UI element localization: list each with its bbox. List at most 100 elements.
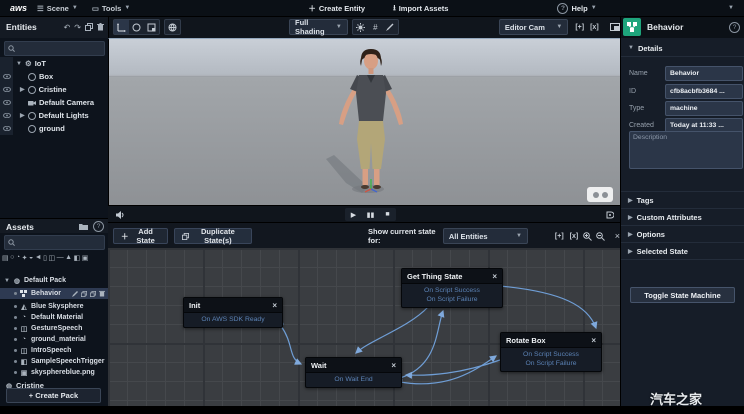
chevron-right-icon[interactable]: ▶ — [20, 112, 25, 119]
speech-filter-icon[interactable]: ◫ — [49, 254, 56, 262]
close-icon[interactable]: × — [591, 336, 596, 345]
id-value[interactable]: cfb8acbfb3684 ... — [665, 84, 743, 99]
camera-dropdown[interactable]: Editor Cam ▼ — [499, 19, 568, 35]
trash-icon[interactable] — [97, 23, 104, 31]
headset-icon[interactable] — [606, 211, 614, 219]
translate-tool-icon[interactable] — [114, 20, 129, 34]
import-assets-button[interactable]: ⭳ Import Assets — [393, 2, 448, 15]
eye-icon[interactable] — [2, 83, 11, 96]
edit-pencil-icon[interactable] — [72, 290, 78, 297]
asset-item-introspeech[interactable]: ◫ IntroSpeech — [0, 345, 108, 356]
skybox-filter-icon[interactable]: ▲ — [65, 254, 72, 261]
state-event[interactable]: On AWS SDK Ready — [188, 315, 278, 324]
chevron-down-icon[interactable]: ▼ — [4, 278, 10, 284]
collapse-caret-icon[interactable]: ▼ — [728, 5, 734, 11]
help-menu[interactable]: ? Help ▼ — [557, 3, 596, 14]
zoom-in-icon[interactable] — [581, 229, 594, 243]
scale-tool-icon[interactable] — [144, 20, 159, 34]
mesh-filter-icon[interactable]: ◒ — [29, 254, 33, 261]
grid-icon[interactable]: # — [368, 20, 383, 34]
duplicate-icon[interactable] — [81, 290, 87, 297]
state-event[interactable]: On Script Failure — [505, 359, 597, 368]
camera-filter-icon[interactable]: ▤ — [2, 254, 9, 262]
state-event[interactable]: On Script Success — [505, 350, 597, 359]
custom-attributes-section-header[interactable]: ▶ Custom Attributes — [621, 209, 744, 226]
play-button[interactable]: ▶ — [346, 209, 361, 220]
zoom-out-icon[interactable] — [594, 229, 607, 243]
state-machine-graph[interactable]: Init × On AWS SDK Ready Get Thing State … — [108, 248, 620, 406]
toggle-state-machine-button[interactable]: Toggle State Machine — [630, 287, 735, 303]
frame-all-icon[interactable]: [x] — [587, 24, 602, 31]
redo-icon[interactable]: ↷ — [74, 23, 81, 32]
assets-search-input[interactable] — [18, 238, 92, 247]
asset-item-ground-material[interactable]: ◔ ground_material — [0, 334, 108, 345]
eye-icon[interactable] — [2, 109, 11, 122]
eye-icon[interactable] — [2, 96, 11, 109]
material-filter-icon[interactable]: ◔ — [16, 254, 20, 261]
assets-search[interactable] — [4, 235, 105, 250]
asset-item-behavior[interactable]: Behavior — [0, 288, 108, 299]
viewport-3d[interactable] — [108, 38, 621, 206]
chevron-down-icon[interactable]: ▼ — [16, 61, 22, 67]
volume-icon[interactable] — [116, 211, 125, 219]
copy-icon[interactable] — [90, 290, 96, 297]
state-event[interactable]: On Script Success — [406, 286, 498, 295]
create-pack-button[interactable]: + Create Pack — [6, 388, 101, 403]
tree-item-cristine[interactable]: ▶ Cristine — [20, 83, 115, 96]
asset-item-gesturespeech[interactable]: ◫ GestureSpeech — [0, 323, 108, 334]
chevron-right-icon[interactable]: ▶ — [20, 86, 25, 93]
frame-all-icon[interactable]: [x] — [567, 233, 582, 240]
state-node-init[interactable]: Init × On AWS SDK Ready — [183, 297, 283, 328]
add-state-button[interactable]: ＋ Add State — [113, 228, 168, 244]
lighting-icon[interactable] — [353, 20, 368, 34]
asset-item-skysphereblue[interactable]: ▣ skysphereblue.png — [0, 367, 108, 378]
trash-icon[interactable] — [99, 290, 105, 297]
frame-selected-icon[interactable]: [+] — [572, 24, 587, 31]
rotate-tool-icon[interactable] — [129, 20, 144, 34]
tags-section-header[interactable]: ▶ Tags — [621, 191, 744, 209]
options-section-header[interactable]: ▶ Options — [621, 226, 744, 243]
state-event[interactable]: On Script Failure — [406, 295, 498, 304]
info-icon[interactable]: ? — [93, 221, 104, 232]
frame-selected-icon[interactable]: [+] — [552, 233, 567, 240]
close-icon[interactable]: × — [272, 301, 277, 310]
duplicate-states-button[interactable]: Duplicate State(s) — [174, 228, 252, 244]
pause-button[interactable]: ▮▮ — [363, 209, 378, 220]
eye-icon[interactable] — [2, 70, 11, 83]
shading-dropdown[interactable]: Full Shading ▼ — [289, 19, 348, 35]
statemachine-filter-icon[interactable]: ◧ — [74, 254, 81, 262]
asset-pack-default[interactable]: ▼ ◍ Default Pack — [0, 275, 108, 286]
state-node-wait[interactable]: Wait × On Wait End — [305, 357, 402, 388]
help-icon[interactable]: ? — [729, 22, 740, 33]
animation-filter-icon[interactable]: ✦ — [22, 254, 28, 262]
state-event[interactable]: On Wait End — [310, 375, 397, 384]
eye-icon[interactable] — [2, 122, 11, 135]
avatar-cristine[interactable] — [326, 47, 416, 205]
undo-icon[interactable]: ↶ — [64, 23, 71, 32]
state-node-rotate-box[interactable]: Rotate Box × On Script Success On Script… — [500, 332, 602, 372]
close-icon[interactable]: × — [492, 272, 497, 281]
selected-state-section-header[interactable]: ▶ Selected State — [621, 243, 744, 260]
state-node-get-thing-state[interactable]: Get Thing State × On Script Success On S… — [401, 268, 503, 308]
script-filter-icon[interactable]: ▯ — [43, 254, 47, 262]
description-textarea[interactable] — [629, 131, 743, 169]
tree-item-iot[interactable]: ▼ ⚙ IoT — [16, 57, 111, 70]
audio-filter-icon[interactable]: ◄ — [35, 254, 42, 261]
path-filter-icon[interactable]: — — [57, 254, 64, 261]
entity-filter-dropdown[interactable]: All Entities ▼ — [443, 228, 528, 244]
world-local-icon[interactable] — [165, 20, 180, 34]
folder-icon[interactable] — [79, 223, 88, 230]
duplicate-icon[interactable] — [85, 23, 93, 31]
entities-search-input[interactable] — [18, 44, 92, 53]
asset-item-blue-skysphere[interactable]: ◭ Blue Skysphere — [0, 301, 108, 312]
asset-item-default-material[interactable]: ◔ Default Material — [0, 312, 108, 323]
image-filter-icon[interactable]: ▣ — [82, 254, 89, 262]
vr-mode-button[interactable] — [587, 187, 613, 202]
tree-item-default-lights[interactable]: ▶ Default Lights — [20, 109, 115, 122]
scene-menu[interactable]: ☰ Scene ▼ — [37, 4, 78, 13]
close-icon[interactable]: × — [391, 361, 396, 370]
entities-search[interactable] — [4, 41, 105, 56]
name-value[interactable]: Behavior — [665, 66, 743, 81]
details-section-header[interactable]: ▼ Details — [621, 40, 744, 57]
tools-menu[interactable]: ▭ Tools ▼ — [92, 4, 131, 13]
